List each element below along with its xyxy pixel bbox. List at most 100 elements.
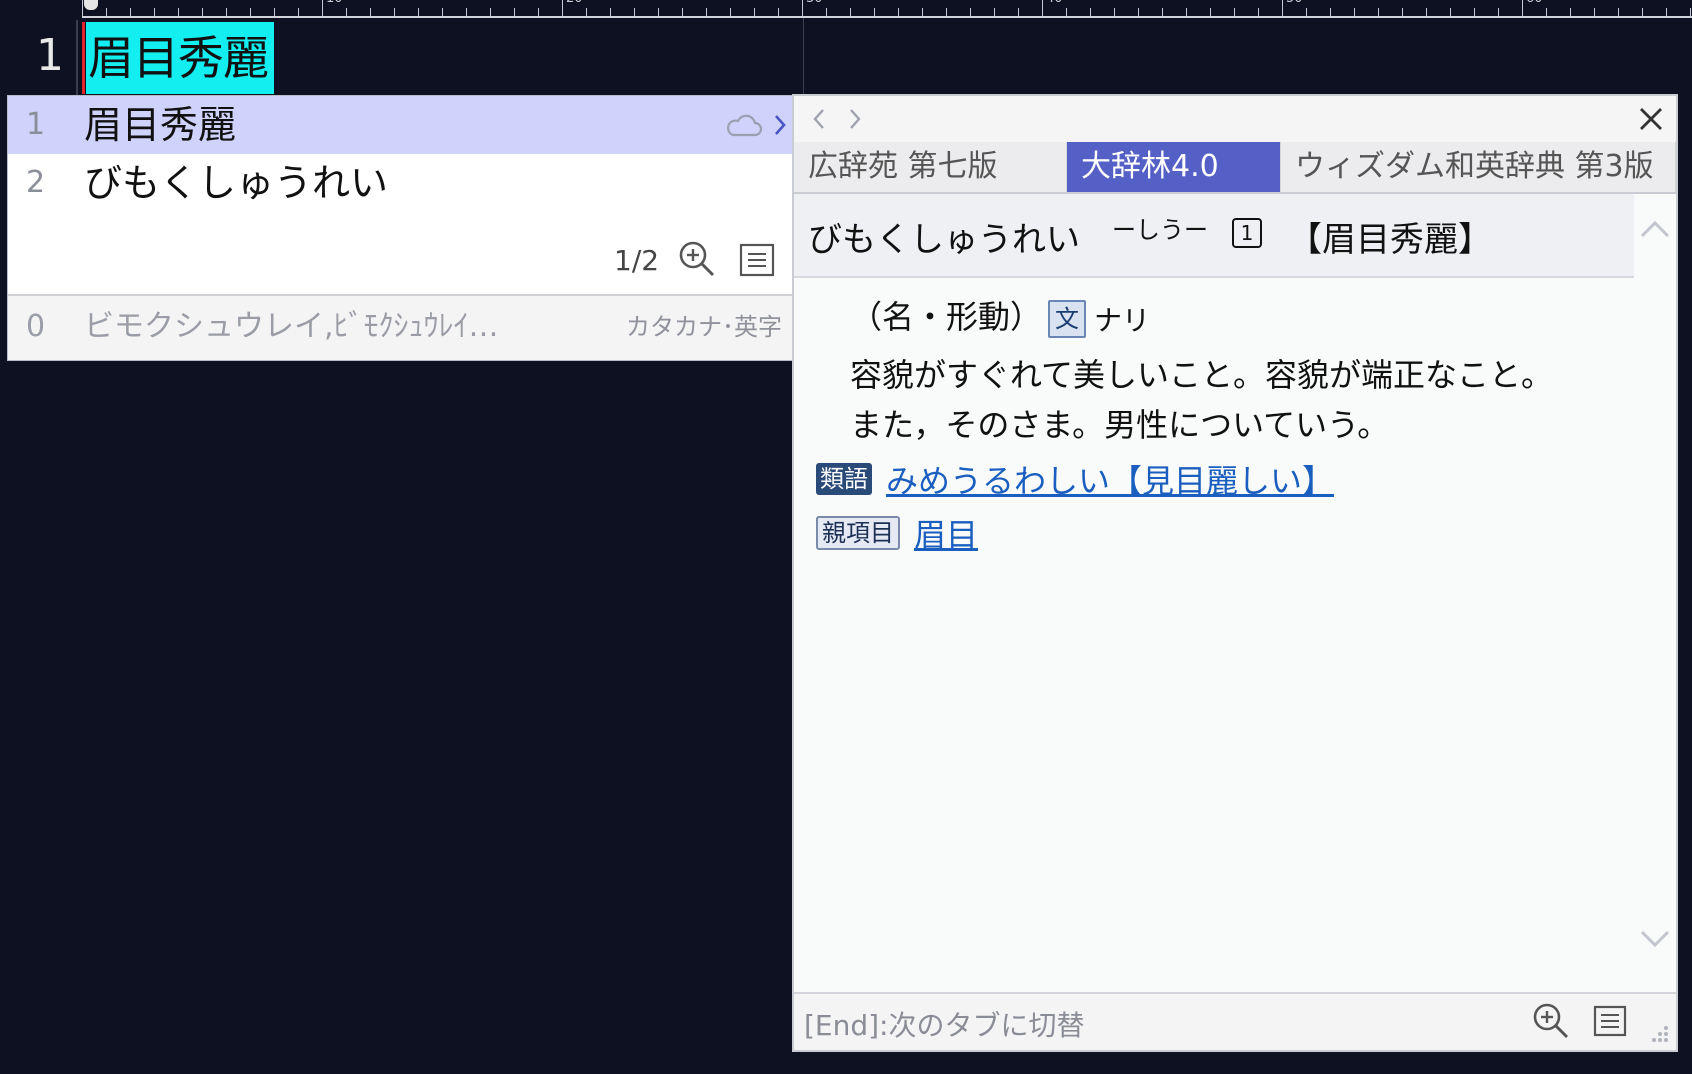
tab-wisdom[interactable]: ウィズダム和英辞典 第3版 — [1281, 142, 1676, 192]
ruler-tick — [1522, 0, 1523, 16]
ruler-tick — [202, 8, 203, 16]
ruler-tick — [1042, 0, 1043, 16]
ruler-tick — [994, 8, 995, 16]
ruler-tick — [898, 8, 899, 16]
dictionary-nav-bar — [794, 96, 1676, 143]
headword-accent: ーしうー — [1112, 216, 1208, 244]
cloud-icon[interactable] — [724, 110, 764, 140]
ruler-tick — [1090, 8, 1091, 16]
part-of-speech: （名・形動）文ナリ — [850, 292, 1150, 339]
scroll-up-icon[interactable] — [1638, 214, 1672, 244]
footer-conversion-text: ビモクシュウレイ,ﾋﾞﾓｸｼｭｳﾚｲ… — [84, 309, 499, 344]
candidate-item-1[interactable]: 1 眉目秀麗 — [8, 96, 794, 154]
ruler-tick — [1498, 8, 1499, 16]
ruler-tick — [394, 8, 395, 16]
ruler-tick — [1018, 8, 1019, 16]
ruler-tick — [514, 8, 515, 16]
ruler-tick — [226, 8, 227, 16]
candidate-page-indicator: 1/2 — [614, 244, 660, 277]
ruler-tick — [1594, 8, 1595, 16]
dictionary-status-bar: [End]:次のタブに切替 — [794, 992, 1676, 1050]
list-view-icon[interactable] — [1592, 1004, 1628, 1038]
ruler-tick — [1210, 8, 1211, 16]
ruler-tick — [1066, 8, 1067, 16]
ruler-tick — [754, 8, 755, 16]
list-view-icon[interactable] — [738, 242, 776, 278]
ruler-tick — [1666, 8, 1667, 16]
ruler-tick — [490, 8, 491, 16]
tab-kojien[interactable]: 広辞苑 第七版 — [794, 142, 1067, 192]
synonym-link[interactable]: みめうるわしい【見目麗しい】 — [886, 462, 1334, 500]
ruler-tick — [322, 0, 323, 16]
entry-headword: びもくしゅうれい ーしうー 1 【眉目秀麗】 — [794, 194, 1634, 278]
chevron-left-icon[interactable] — [808, 104, 830, 134]
parent-entry-tag: 親項目 — [816, 516, 900, 550]
gutter-separator — [76, 20, 78, 96]
candidate-item-2[interactable]: 2 びもくしゅうれい — [8, 154, 794, 212]
ruler-tick — [826, 8, 827, 16]
parent-entry-link[interactable]: 眉目 — [914, 516, 978, 554]
ruler-tick — [1282, 0, 1283, 16]
ruler-tick — [658, 8, 659, 16]
ruler-number: 60 — [1526, 0, 1543, 6]
ruler-tick — [442, 8, 443, 16]
chevron-right-icon[interactable] — [770, 110, 790, 140]
line-number: 1 — [36, 30, 64, 81]
ruler-tick — [802, 0, 803, 16]
ruler-tick — [1690, 8, 1691, 16]
ruler-tick — [1138, 8, 1139, 16]
ruler-tick — [1618, 8, 1619, 16]
tab-daijirin[interactable]: 大辞林4.0 — [1067, 142, 1281, 192]
dictionary-tabs: 広辞苑 第七版 大辞林4.0 ウィズダム和英辞典 第3版 — [794, 142, 1676, 194]
ruler-tick — [1378, 8, 1379, 16]
definition-line-1: 容貌がすぐれて美しいこと。容貌が端正なこと。 — [850, 356, 1554, 394]
ruler-tick — [586, 8, 587, 16]
resize-grip-icon[interactable] — [1648, 1022, 1672, 1046]
ruler-tick — [466, 8, 467, 16]
ruler-tick — [346, 8, 347, 16]
ruler-tick — [370, 8, 371, 16]
ruler-tick — [1402, 8, 1403, 16]
bun-badge: 文 — [1048, 300, 1087, 338]
text-caret — [82, 22, 85, 94]
ruler-tick — [1258, 8, 1259, 16]
zoom-in-icon[interactable] — [678, 240, 716, 278]
ruler-tick — [298, 8, 299, 16]
ruler-tick — [274, 8, 275, 16]
ruler-tick — [1426, 8, 1427, 16]
column-ruler: 10 20 30 40 50 60 — [82, 0, 1692, 18]
ruler-tick — [418, 8, 419, 16]
ruler-cursor-marker — [84, 0, 98, 10]
zoom-in-icon[interactable] — [1532, 1002, 1570, 1040]
ime-composing-text[interactable]: 眉目秀麗 — [86, 22, 274, 94]
conjugation-label: ナリ — [1094, 304, 1151, 337]
ruler-tick — [1354, 8, 1355, 16]
ruler-number: 50 — [1286, 0, 1303, 6]
ruler-number: 30 — [806, 0, 823, 6]
vertical-scrollbar[interactable] — [1634, 194, 1676, 990]
ruler-number: 10 — [326, 0, 343, 6]
ruler-tick — [1546, 8, 1547, 16]
ruler-tick — [874, 8, 875, 16]
candidate-number: 1 — [26, 107, 46, 142]
ruler-tick — [1162, 8, 1163, 16]
headword-kanji: 【眉目秀麗】 — [1288, 220, 1492, 260]
definition-line-2: また，そのさま。男性についていう。 — [850, 406, 1390, 444]
ime-candidate-window: 1 眉目秀麗 2 びもくしゅうれい 1/2 0 ビモクシュウレイ,ﾋﾞﾓｸｼｭｳ… — [8, 96, 794, 360]
ruler-tick — [1474, 8, 1475, 16]
ruler-tick — [106, 8, 107, 16]
sense-number-badge: 1 — [1232, 218, 1262, 248]
ruler-tick — [1306, 8, 1307, 16]
candidate-footer-row[interactable]: 0 ビモクシュウレイ,ﾋﾞﾓｸｼｭｳﾚｲ… カタカナ･英字 — [8, 294, 794, 360]
ruler-tick — [922, 8, 923, 16]
scroll-down-icon[interactable] — [1638, 924, 1672, 954]
ruler-tick — [1570, 8, 1571, 16]
ruler-tick — [970, 8, 971, 16]
close-icon[interactable] — [1634, 102, 1668, 136]
ruler-tick — [130, 8, 131, 16]
ruler-tick — [562, 0, 563, 16]
ruler-tick — [778, 8, 779, 16]
ruler-tick — [1234, 8, 1235, 16]
ruler-tick — [682, 8, 683, 16]
chevron-right-icon[interactable] — [844, 104, 866, 134]
